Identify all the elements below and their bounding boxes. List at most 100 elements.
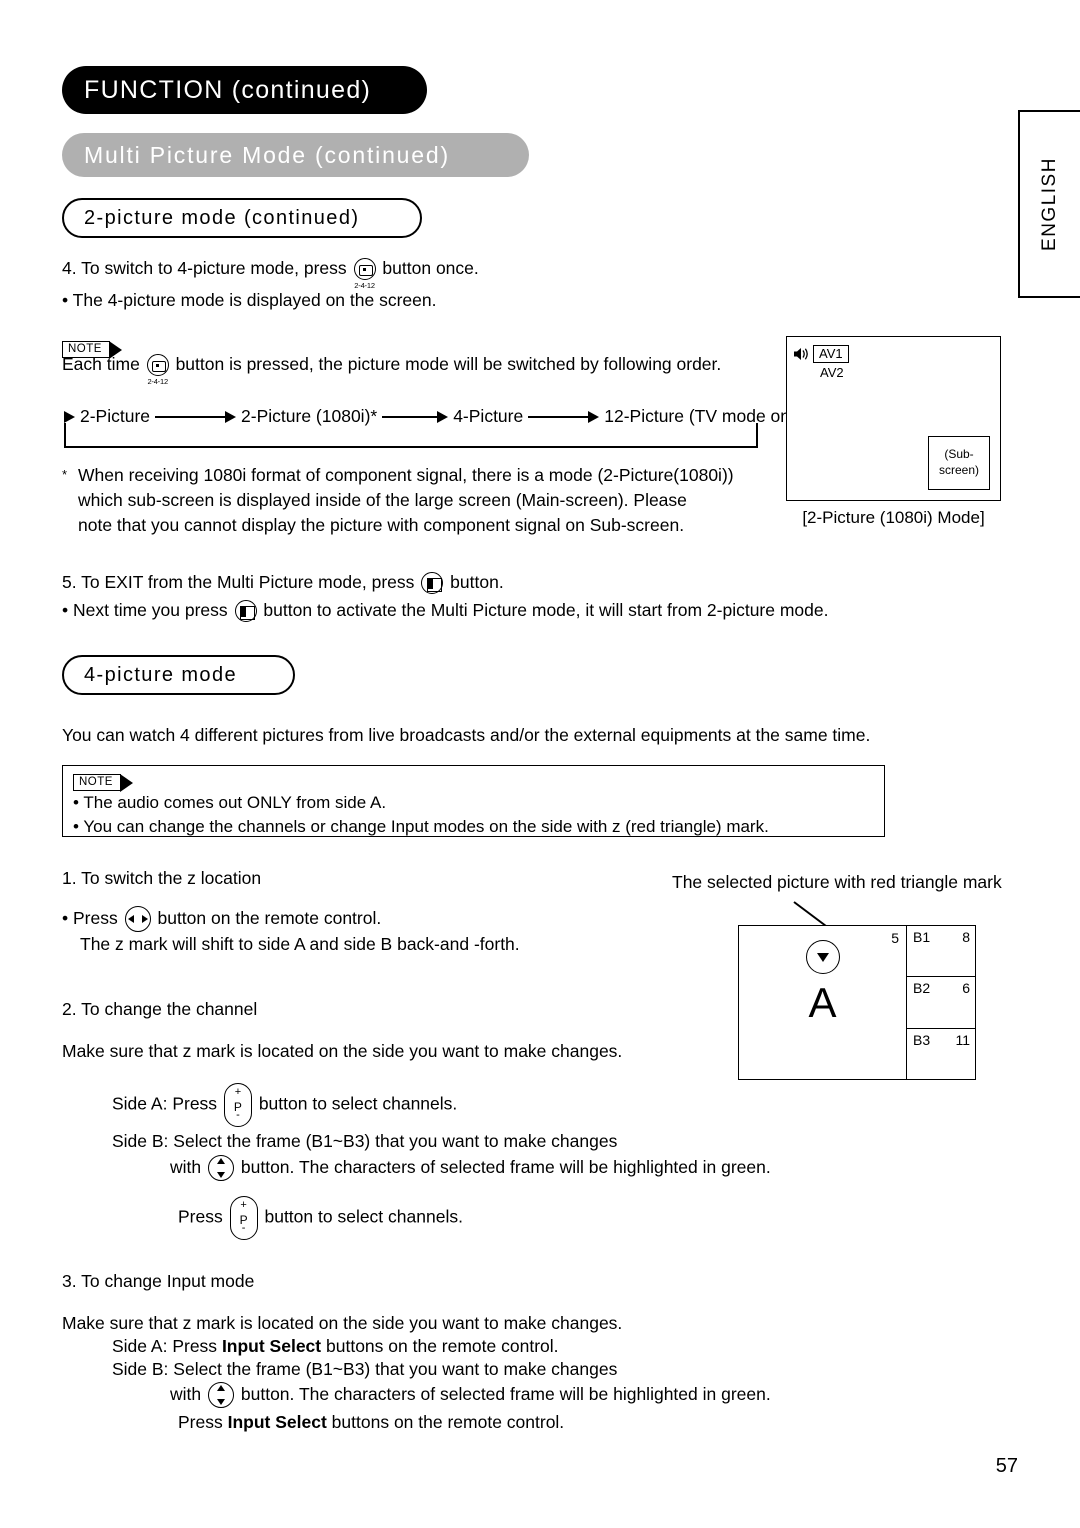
step-3-side-b-line-2-start: with — [170, 1384, 202, 1404]
step-3-side-b-line-3: Press Input Select buttons on the remote… — [178, 1410, 564, 1435]
triangle-glyph — [816, 952, 829, 962]
step-5-bullet: • Next time you press button to activate… — [62, 598, 828, 623]
input-label-av2: AV2 — [820, 365, 844, 380]
step-3-side-a-start: Side A: Press — [112, 1336, 218, 1356]
up-down-arrow-button-icon — [208, 1155, 234, 1182]
footnote-marker: * — [62, 467, 68, 482]
step-3-makesure: Make sure that z mark is located on the … — [62, 1313, 623, 1333]
step-1-press-end: button on the remote control. — [157, 908, 382, 928]
frame-b2: B2 6 — [907, 977, 975, 1029]
speaker-icon — [793, 346, 811, 367]
step-3-side-a-end: buttons on the remote control. — [326, 1336, 559, 1356]
four-picture-intro: You can watch 4 different pictures from … — [62, 725, 871, 745]
step-4-text-end: button once. — [382, 258, 479, 278]
footnote-line-2: which sub-screen is displayed inside of … — [78, 490, 687, 510]
frame-b3: B3 11 — [907, 1029, 975, 1079]
step-2-side-b-line-3: Press + P - button to select channels. — [178, 1196, 463, 1240]
step-5-text-end: button. — [450, 572, 504, 592]
step-3-side-a-line: Side A: Press Input Select buttons on th… — [112, 1334, 559, 1359]
tv-screen-frame: 5 A B1 8 B2 6 B3 11 — [738, 925, 976, 1080]
flow-arrow-icon — [64, 410, 75, 423]
channel-p-button-icon: + P - — [229, 1196, 258, 1240]
page-title-function-label: FUNCTION (continued) — [84, 75, 372, 104]
step-1-press-start: • Press — [62, 908, 118, 928]
step-3-title: 3. To change Input mode — [62, 1271, 255, 1291]
minus-sign: - — [236, 1109, 240, 1122]
step-3-side-b-line-2-end: button. The characters of selected frame… — [240, 1384, 771, 1404]
tv-screen-diagram-1080i: AV1 AV2 (Sub- screen) — [786, 336, 1001, 501]
step-3-side-b-line-1: Side B: Select the frame (B1~B3) that yo… — [112, 1359, 618, 1379]
multi-picture-button-icon-label: 2-4-12 — [147, 377, 168, 387]
step-3-side-b-line-3-end: buttons on the remote control. — [331, 1412, 565, 1432]
frame-b3-channel: 11 — [955, 1031, 970, 1048]
red-triangle-marker-icon — [805, 940, 840, 974]
main-screen-label: A — [808, 979, 837, 1026]
pip-button-icon — [234, 600, 257, 623]
note-2-bullet-2: • You can change the channels or change … — [73, 817, 769, 837]
up-arrow-icon — [217, 1385, 225, 1392]
step-4-bullet: • The 4-picture mode is displayed on the… — [62, 290, 437, 310]
step-1-title: 1. To switch the z location — [62, 868, 262, 888]
note-badge: NOTE — [73, 774, 121, 791]
flow-item-0: 2-Picture — [80, 406, 151, 426]
up-down-arrow-button-icon — [208, 1382, 234, 1409]
subsection-title-2-picture-label: 2-picture mode (continued) — [84, 206, 360, 229]
callout-label: The selected picture with red triangle m… — [672, 872, 1002, 892]
step-2-side-a-end: button to select channels. — [258, 1093, 458, 1114]
subsection-title-2-picture: 2-picture mode (continued) — [62, 198, 422, 238]
subsection-title-4-picture-label: 4-picture mode — [84, 663, 237, 686]
main-screen-side-a: 5 A — [739, 926, 907, 1079]
step-1-press-line: • Press button on the remote control. — [62, 906, 382, 933]
minus-sign: - — [241, 1222, 246, 1235]
up-arrow-icon — [217, 1158, 225, 1165]
step-3-side-b-line-3-start: Press — [178, 1412, 223, 1432]
flow-item-2: 4-Picture — [453, 406, 524, 426]
flow-line — [382, 415, 438, 418]
step-2-side-a-line: Side A: Press + P - button to select cha… — [112, 1083, 457, 1127]
flow-arrow-icon — [588, 410, 600, 423]
frame-b1-channel: 8 — [962, 929, 970, 945]
channel-p-button-icon: + P - — [223, 1083, 252, 1127]
step-5-bullet-start: • Next time you press — [62, 600, 228, 620]
note-1-text-start: Each time — [62, 354, 140, 374]
step-3-side-a-bold: Input Select — [221, 1336, 322, 1356]
step-2-side-b-line-2: with button. The characters of selected … — [170, 1155, 771, 1182]
language-tab-english: ENGLISH — [1018, 110, 1080, 298]
left-right-arrow-button-icon — [124, 906, 151, 933]
input-label-av1: AV1 — [813, 345, 849, 363]
main-screen-channel: 5 — [891, 930, 899, 946]
section-title-multi-picture-label: Multi Picture Mode (continued) — [84, 141, 450, 168]
section-title-multi-picture: Multi Picture Mode (continued) — [62, 133, 529, 177]
step-2-side-b-line-3-end: button to select channels. — [264, 1206, 463, 1227]
step-2-side-b-line-2-end: button. The characters of selected frame… — [240, 1157, 771, 1177]
down-arrow-icon — [217, 1399, 225, 1406]
footnote-line-1: When receiving 1080i format of component… — [78, 465, 734, 485]
tv-diagram-caption: [2-Picture (1080i) Mode] — [802, 508, 985, 527]
frame-b1: B1 8 — [907, 926, 975, 978]
down-arrow-icon — [217, 1172, 225, 1179]
sub-screen-box: (Sub- screen) — [928, 436, 990, 490]
sub-screen-label-1: (Sub- — [944, 447, 974, 462]
picture-mode-order-diagram: 2-Picture 2-Picture (1080i)* 4-Picture 1… — [64, 406, 808, 448]
step-3-side-b-line-2: with button. The characters of selected … — [170, 1382, 771, 1409]
step-4-text-start: 4. To switch to 4-picture mode, press — [62, 258, 347, 278]
step-2-title: 2. To change the channel — [62, 999, 258, 1019]
step-4-line: 4. To switch to 4-picture mode, press 2-… — [62, 256, 479, 290]
step-5-text-start: 5. To EXIT from the Multi Picture mode, … — [62, 572, 415, 592]
step-2-side-b-line-2-start: with — [170, 1157, 202, 1177]
multi-picture-button-icon: 2-4-12 — [146, 354, 169, 386]
step-1-line-2: The z mark will shift to side A and side… — [80, 934, 520, 954]
note-1-text: Each time 2-4-12 button is pressed, the … — [62, 352, 721, 386]
flow-line — [155, 415, 226, 418]
note-2-bullet-1: • The audio comes out ONLY from side A. — [73, 793, 387, 812]
multi-picture-button-icon: 2-4-12 — [353, 258, 376, 290]
flow-line — [528, 415, 589, 418]
flow-arrow-icon — [437, 410, 449, 423]
flow-item-3: 12-Picture (TV mode only) — [604, 406, 809, 426]
frame-b3-name: B3 — [913, 1031, 931, 1048]
sub-screen-label-2: screen) — [938, 463, 979, 477]
step-2-makesure: Make sure that z mark is located on the … — [62, 1041, 623, 1061]
flow-arrow-icon — [225, 410, 237, 423]
note-2-box: NOTE • The audio comes out ONLY from sid… — [62, 765, 885, 837]
page-number: 57 — [995, 1455, 1018, 1477]
